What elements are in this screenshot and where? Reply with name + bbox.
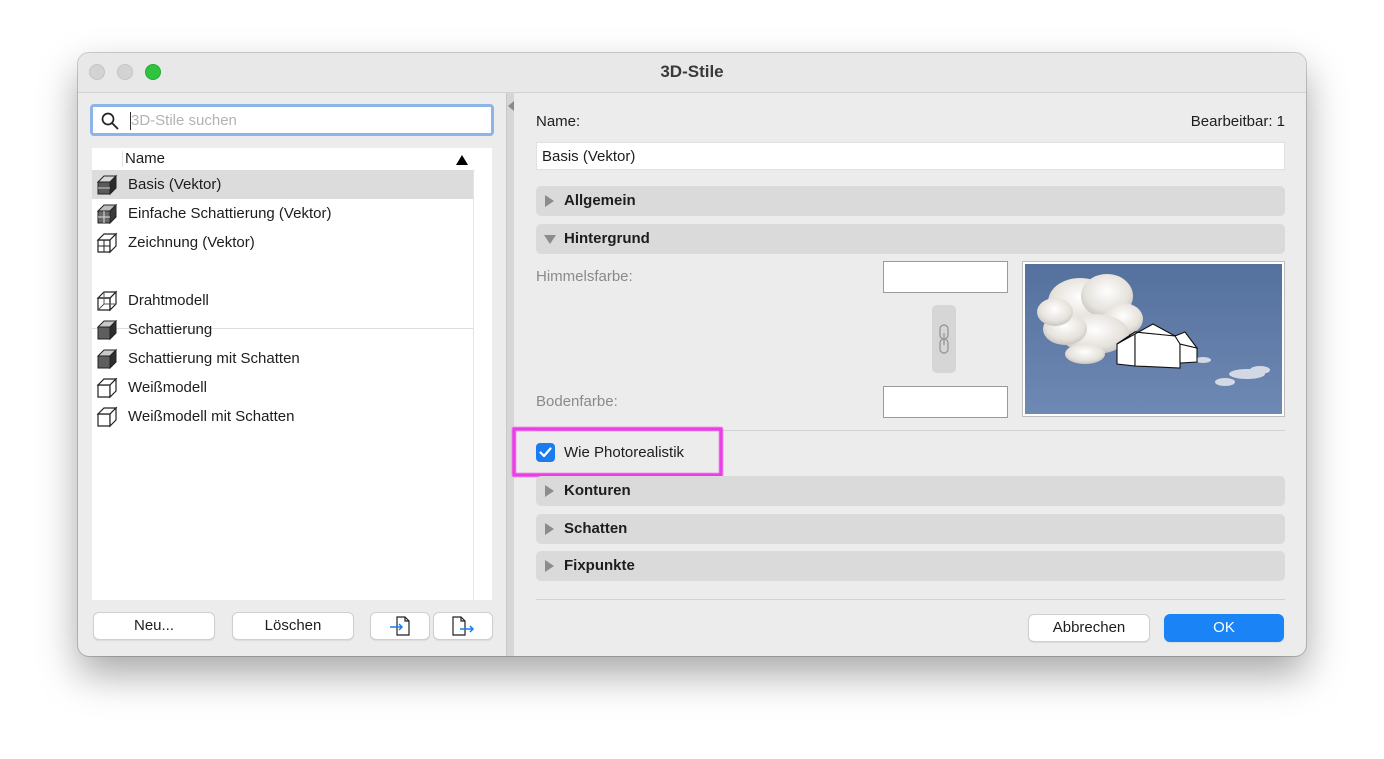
section-title: Allgemein — [564, 192, 636, 209]
section-schatten[interactable]: Schatten — [536, 514, 1285, 544]
list-item-label: Basis (Vektor) — [128, 176, 222, 193]
import-icon — [390, 616, 410, 636]
section-hintergrund[interactable]: Hintergrund — [536, 224, 1285, 254]
vector-cube-icon — [96, 203, 118, 225]
background-preview — [1022, 261, 1285, 417]
disclosure-down-icon — [544, 235, 556, 244]
list-item-weissmodell[interactable]: Weißmodell — [92, 373, 473, 402]
sort-ascending-icon[interactable] — [456, 155, 468, 165]
delete-style-button[interactable]: Löschen — [232, 612, 354, 640]
ground-color-label: Bodenfarbe: — [536, 393, 618, 410]
vector-cube-icon — [96, 174, 118, 196]
vector-cube-icon — [96, 232, 118, 254]
import-button[interactable] — [370, 612, 430, 640]
section-allgemein[interactable]: Allgemein — [536, 186, 1285, 216]
white-cube-icon — [96, 377, 118, 399]
dialog-window: 3D-Stile 3D-Stile suchen Name Basis (Vek… — [78, 53, 1306, 656]
list-item-label: Zeichnung (Vektor) — [128, 234, 255, 251]
link-colors-button[interactable] — [932, 305, 956, 373]
list-item-einfache-schattierung[interactable]: Einfache Schattierung (Vektor) — [92, 199, 473, 228]
photorealistic-label[interactable]: Wie Photorealistik — [564, 444, 684, 461]
sky-preview-image — [1025, 264, 1282, 414]
section-title: Hintergrund — [564, 230, 650, 247]
styles-list-pane: 3D-Stile suchen Name Basis (Vektor) Einf… — [78, 93, 506, 656]
ground-color-swatch[interactable] — [883, 386, 1008, 418]
name-label: Name: — [536, 113, 581, 130]
list-item-schattierung[interactable]: Schattierung — [92, 315, 473, 344]
shaded-cube-icon — [96, 319, 118, 341]
section-konturen[interactable]: Konturen — [536, 476, 1285, 506]
search-icon — [101, 112, 119, 130]
export-button[interactable] — [433, 612, 493, 640]
disclosure-right-icon — [545, 523, 554, 535]
cancel-button[interactable]: Abbrechen — [1028, 614, 1150, 642]
section-title: Konturen — [564, 482, 631, 499]
name-field[interactable]: Basis (Vektor) — [536, 142, 1285, 170]
list-item-label: Weißmodell mit Schatten — [128, 408, 295, 425]
list-item-drahtmodell[interactable]: Drahtmodell — [92, 286, 473, 315]
search-placeholder: 3D-Stile suchen — [131, 112, 237, 129]
window-title: 3D-Stile — [660, 62, 724, 81]
editable-count: Bearbeitbar: 1 — [1190, 113, 1285, 130]
list-item-zeichnung-vektor[interactable]: Zeichnung (Vektor) — [92, 228, 473, 257]
pane-splitter[interactable] — [506, 93, 514, 656]
list-item-label: Drahtmodell — [128, 292, 209, 309]
list-item-label: Schattierung — [128, 321, 213, 338]
title-bar: 3D-Stile — [78, 53, 1306, 93]
section-fixpunkte[interactable]: Fixpunkte — [536, 551, 1285, 581]
photorealistic-checkbox[interactable] — [536, 443, 555, 462]
list-item-basis-vektor[interactable]: Basis (Vektor) — [92, 170, 473, 199]
list-item-label: Weißmodell — [128, 379, 207, 396]
white-cube-icon — [96, 406, 118, 428]
ok-button[interactable]: OK — [1164, 614, 1284, 642]
list-header[interactable]: Name — [92, 148, 475, 171]
column-name-header[interactable]: Name — [125, 150, 165, 167]
sky-color-label: Himmelsfarbe: — [536, 268, 633, 285]
new-style-button[interactable]: Neu... — [93, 612, 215, 640]
list-item-label: Einfache Schattierung (Vektor) — [128, 205, 332, 222]
divider — [536, 599, 1285, 600]
disclosure-right-icon — [545, 560, 554, 572]
disclosure-right-icon — [545, 485, 554, 497]
section-title: Fixpunkte — [564, 557, 635, 574]
section-title: Schatten — [564, 520, 628, 537]
disclosure-right-icon — [545, 195, 554, 207]
name-value: Basis (Vektor) — [542, 148, 636, 165]
style-settings-pane: Name: Bearbeitbar: 1 Basis (Vektor) Allg… — [512, 93, 1306, 656]
wireframe-cube-icon — [96, 290, 118, 312]
list-item-weissmodell-mit-schatten[interactable]: Weißmodell mit Schatten — [92, 402, 473, 431]
styles-list[interactable]: Name Basis (Vektor) Einfache Schattierun… — [92, 148, 492, 600]
sky-color-swatch[interactable] — [883, 261, 1008, 293]
chain-link-icon — [939, 324, 949, 354]
list-scrollbar[interactable] — [473, 170, 474, 600]
list-item-label: Schattierung mit Schatten — [128, 350, 300, 367]
export-icon — [452, 616, 475, 636]
search-input[interactable]: 3D-Stile suchen — [90, 104, 494, 136]
checkmark-icon — [539, 447, 552, 458]
shaded-cube-icon — [96, 348, 118, 370]
list-item-schattierung-mit-schatten[interactable]: Schattierung mit Schatten — [92, 344, 473, 373]
column-divider — [122, 151, 123, 167]
